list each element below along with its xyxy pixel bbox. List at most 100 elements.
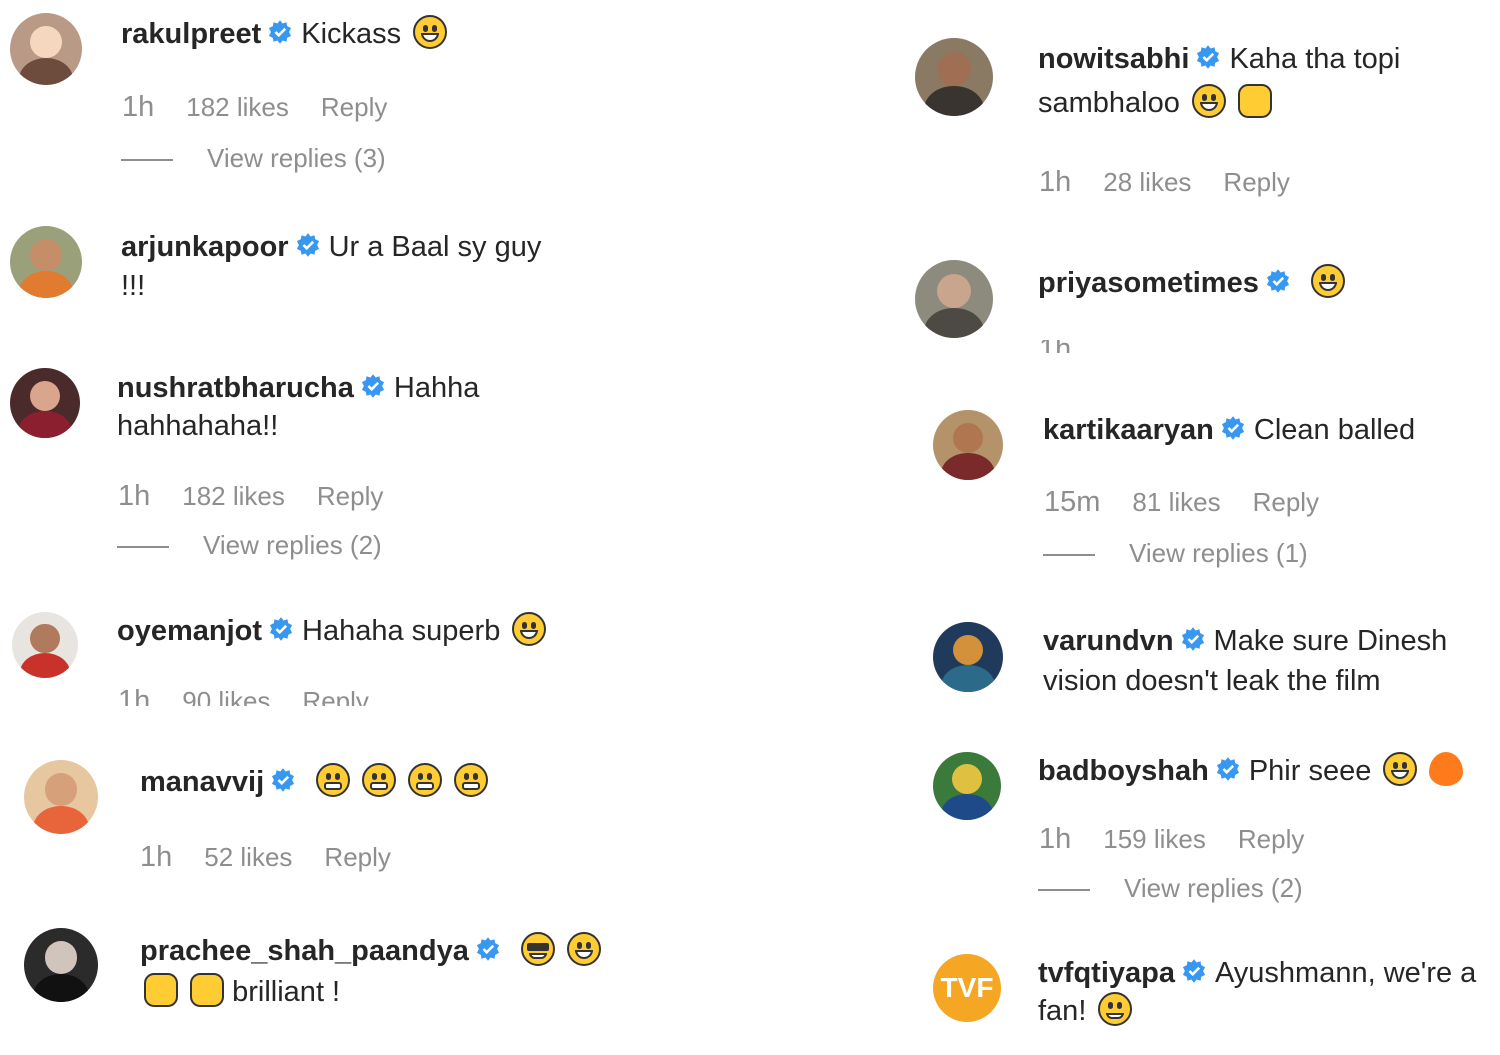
comment-text-continued: sambhaloo <box>1038 87 1180 119</box>
username[interactable]: badboyshah <box>1038 755 1209 787</box>
thumbs-up-emoji-icon <box>190 973 225 1008</box>
hugging-face-emoji-icon <box>1098 992 1133 1027</box>
tears-of-joy-emoji-icon <box>512 612 547 647</box>
comment-text-continued: vision doesn't leak the film <box>1043 665 1381 697</box>
grimacing-face-emoji-icon <box>408 763 443 798</box>
reply-button[interactable]: Reply <box>317 481 383 511</box>
fire-emoji-icon <box>1429 752 1464 787</box>
username[interactable]: nowitsabhi <box>1038 43 1189 75</box>
comment-text-continued: fan! <box>1038 995 1087 1027</box>
username[interactable]: arjunkapoor <box>121 231 289 263</box>
view-replies-label: View replies (3) <box>207 143 386 173</box>
comment-text-continued: hahhahaha!! <box>117 410 279 442</box>
comment-text: Kickass <box>301 18 402 50</box>
comment-text: Ayushmann, we're a <box>1214 957 1477 989</box>
tvf-logo-avatar[interactable]: TVF <box>933 954 1001 1022</box>
avatar[interactable] <box>12 612 78 678</box>
username[interactable]: priyasometimes <box>1038 267 1259 299</box>
username[interactable]: kartikaaryan <box>1043 414 1214 446</box>
divider <box>1043 554 1095 557</box>
grinning-face-emoji-icon <box>1310 264 1345 299</box>
likes-count[interactable]: 90 likes <box>182 686 270 706</box>
clipped-meta-row: 1h <box>1030 340 1230 353</box>
username[interactable]: oyemanjot <box>117 615 262 647</box>
tears-of-joy-emoji-icon <box>566 932 601 967</box>
clipped-meta-row: 1h 90 likes Reply <box>110 680 410 706</box>
avatar[interactable] <box>915 38 993 116</box>
avatar[interactable] <box>933 410 1003 480</box>
grimacing-face-emoji-icon <box>316 763 351 798</box>
timestamp: 15m <box>1044 486 1101 518</box>
reply-button[interactable]: Reply <box>1223 167 1289 197</box>
username[interactable]: varundvn <box>1043 625 1174 657</box>
verified-badge-icon <box>1216 757 1239 782</box>
comment-text: Hahaha superb <box>302 615 501 647</box>
timestamp: 1h <box>1039 166 1072 198</box>
verified-badge-icon <box>1181 627 1204 652</box>
view-replies-button[interactable]: View replies (1) <box>1043 538 1308 568</box>
likes-count[interactable]: 182 likes <box>182 481 285 511</box>
username[interactable]: tvfqtiyapa <box>1038 957 1175 989</box>
avatar[interactable] <box>933 752 1001 820</box>
reply-button[interactable]: Reply <box>302 686 368 706</box>
likes-count[interactable]: 81 likes <box>1132 487 1220 517</box>
tears-of-joy-emoji-icon <box>1383 752 1418 787</box>
comment-text: Ur a Baal sy guy <box>328 231 542 263</box>
verified-badge-icon <box>1221 416 1244 441</box>
avatar[interactable] <box>933 622 1003 692</box>
view-replies-button[interactable]: View replies (2) <box>117 530 382 560</box>
ok-hand-emoji-icon <box>144 973 178 1008</box>
divider <box>1038 889 1090 892</box>
verified-badge-icon <box>361 374 384 399</box>
timestamp: 1h <box>1039 340 1071 353</box>
verified-badge-icon <box>269 20 292 45</box>
view-replies-label: View replies (1) <box>1129 538 1308 568</box>
comment-text: Kaha tha topi <box>1229 43 1401 75</box>
timestamp: 1h <box>140 841 173 873</box>
sign-of-horns-emoji-icon <box>1238 84 1272 119</box>
verified-badge-icon <box>1266 269 1289 294</box>
comment-text: Hahha <box>393 372 480 404</box>
sunglasses-face-emoji-icon <box>520 932 555 967</box>
timestamp: 1h <box>118 685 151 706</box>
likes-count[interactable]: 28 likes <box>1103 167 1191 197</box>
verified-badge-icon <box>1197 45 1220 70</box>
reply-button[interactable]: Reply <box>324 842 390 872</box>
grinning-face-emoji-icon <box>413 15 448 50</box>
reply-button[interactable]: Reply <box>321 92 387 122</box>
avatar[interactable] <box>915 260 993 338</box>
verified-badge-icon <box>476 937 499 962</box>
avatar[interactable] <box>10 13 82 85</box>
username[interactable]: manavvij <box>140 766 264 798</box>
divider <box>121 159 173 162</box>
tvf-logo-text: TVF <box>940 972 994 1003</box>
verified-badge-icon <box>1182 959 1206 984</box>
avatar[interactable] <box>10 226 82 298</box>
timestamp: 1h <box>122 91 155 123</box>
verified-badge-icon <box>269 617 293 642</box>
likes-count[interactable]: 159 likes <box>1103 824 1206 854</box>
reply-button[interactable]: Reply <box>1238 824 1304 854</box>
reply-button[interactable]: Reply <box>1253 487 1319 517</box>
username[interactable]: nushratbharucha <box>117 372 354 404</box>
verified-badge-icon <box>272 768 295 793</box>
avatar[interactable] <box>24 928 98 1002</box>
view-replies-button[interactable]: View replies (2) <box>1038 873 1303 903</box>
grimacing-face-emoji-icon <box>362 763 397 798</box>
avatar[interactable] <box>24 760 98 834</box>
comment-text: Make sure Dinesh <box>1213 625 1448 657</box>
comment-text-continued: !!! <box>121 270 146 302</box>
view-replies-label: View replies (2) <box>1124 873 1303 903</box>
timestamp: 1h <box>118 480 151 512</box>
username[interactable]: rakulpreet <box>121 18 261 50</box>
likes-count[interactable]: 182 likes <box>186 92 289 122</box>
divider <box>117 546 169 549</box>
verified-badge-icon <box>296 233 319 258</box>
view-replies-label: View replies (2) <box>203 530 382 560</box>
likes-count[interactable]: 52 likes <box>204 842 292 872</box>
comment-text: Clean balled <box>1253 414 1416 446</box>
avatar[interactable] <box>10 368 80 438</box>
view-replies-button[interactable]: View replies (3) <box>121 143 386 173</box>
username[interactable]: prachee_shah_paandya <box>140 935 469 967</box>
grimacing-face-emoji-icon <box>454 763 489 798</box>
